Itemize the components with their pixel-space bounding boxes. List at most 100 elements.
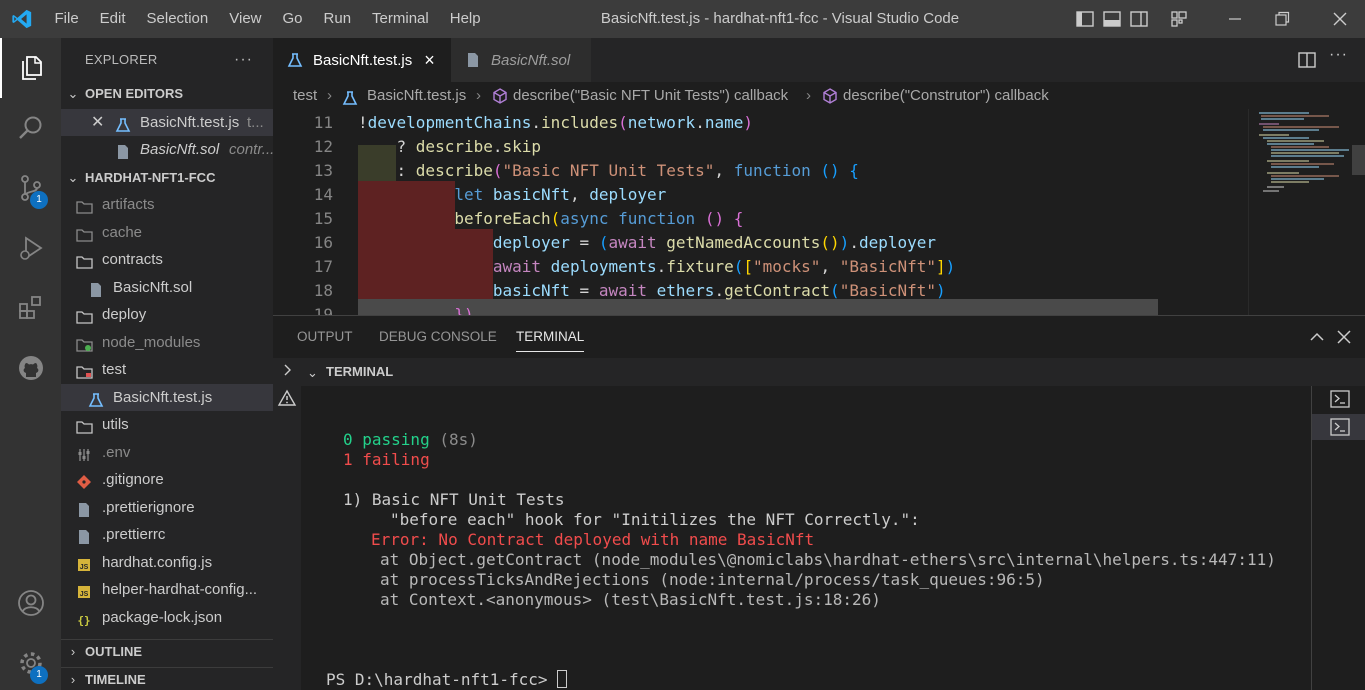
terminal-header[interactable]: ⌄ TERMINAL xyxy=(301,358,1365,386)
folder-icon xyxy=(76,417,93,434)
panel-tab-debug-console[interactable]: DEBUG CONSOLE xyxy=(379,316,497,358)
close-icon[interactable]: ✕ xyxy=(91,109,104,136)
explorer-sidebar: EXPLORER ··· ⌄ OPEN EDITORS ✕ BasicNft.te… xyxy=(61,38,273,690)
minimap[interactable] xyxy=(1248,109,1365,315)
github-icon[interactable] xyxy=(0,338,61,398)
maximize-panel-chevron-up-icon[interactable] xyxy=(1308,328,1326,346)
toggle-secondary-sidebar-icon[interactable] xyxy=(1129,9,1149,29)
tree-item-env[interactable]: .env xyxy=(61,439,273,466)
menu-file[interactable]: File xyxy=(44,0,89,38)
terminal-instance-item-active[interactable] xyxy=(1312,414,1365,440)
menu-go[interactable]: Go xyxy=(272,0,313,38)
folder-icon xyxy=(76,197,93,214)
tree-item-cache[interactable]: cache xyxy=(61,219,273,246)
timeline-label: TIMELINE xyxy=(85,672,146,687)
tree-item-label: contracts xyxy=(102,251,163,268)
tree-item-label: hardhat.config.js xyxy=(102,554,213,571)
tree-item-test[interactable]: test xyxy=(61,356,273,383)
tab-close-icon[interactable]: × xyxy=(424,50,435,71)
method-cube-icon xyxy=(821,87,839,105)
breadcrumb-separator-icon: › xyxy=(327,87,332,104)
tree-item-artifacts[interactable]: artifacts xyxy=(61,191,273,218)
tree-item-package-lock[interactable]: {} package-lock.json xyxy=(61,604,273,631)
tab-basicnft-test[interactable]: BasicNft.test.js × xyxy=(273,38,451,82)
menu-terminal[interactable]: Terminal xyxy=(362,0,440,38)
chevron-down-icon: ⌄ xyxy=(307,365,318,380)
tree-item-basicnft-sol[interactable]: BasicNft.sol xyxy=(61,274,273,301)
project-section[interactable]: ⌄ HARDHAT-NFT1-FCC xyxy=(61,166,273,190)
tree-item-utils[interactable]: utils xyxy=(61,411,273,438)
terminal-cursor xyxy=(557,670,568,688)
open-editor-item[interactable]: BasicNft.sol contr... xyxy=(61,136,273,163)
toggle-panel-icon[interactable] xyxy=(1102,9,1122,29)
panel-tab-output[interactable]: OUTPUT xyxy=(297,316,353,358)
title-bar: File Edit Selection View Go Run Terminal… xyxy=(0,0,1365,38)
tree-item-gitignore[interactable]: .gitignore xyxy=(61,466,273,493)
menu-selection[interactable]: Selection xyxy=(136,0,219,38)
tree-item-label: .env xyxy=(102,444,131,461)
menu-run[interactable]: Run xyxy=(313,0,362,38)
outline-section[interactable]: › OUTLINE xyxy=(61,639,273,663)
chevron-right-icon[interactable] xyxy=(279,362,295,378)
menu-help[interactable]: Help xyxy=(439,0,491,38)
code-line: basicNft = await ethers.getContract("Bas… xyxy=(492,281,946,300)
terminal-stack-line: at Context.<anonymous> (test\BasicNft.te… xyxy=(380,590,881,609)
timeline-section[interactable]: › TIMELINE xyxy=(61,667,273,690)
panel-tab-terminal[interactable]: TERMINAL xyxy=(516,316,585,352)
passing-count: 0 passing xyxy=(343,430,430,449)
close-window-icon[interactable] xyxy=(1330,9,1350,29)
menu-view[interactable]: View xyxy=(219,0,272,38)
warning-icon[interactable] xyxy=(277,389,297,407)
extensions-icon[interactable] xyxy=(0,278,61,338)
search-icon[interactable] xyxy=(0,98,61,158)
tree-item-contracts[interactable]: contracts xyxy=(61,246,273,273)
toggle-sidebar-icon[interactable] xyxy=(1075,9,1095,29)
test-folder-icon xyxy=(76,362,93,379)
tree-item-basicnft-test[interactable]: BasicNft.test.js xyxy=(61,384,273,411)
tree-item-hardhat-config[interactable]: JS hardhat.config.js xyxy=(61,549,273,576)
tree-item-label: .gitignore xyxy=(102,471,164,488)
tree-item-label: helper-hardhat-config... xyxy=(102,581,258,598)
minimize-icon[interactable] xyxy=(1225,9,1245,29)
open-editors-section[interactable]: ⌄ OPEN EDITORS xyxy=(61,82,273,106)
json-file-icon: {} xyxy=(76,610,92,627)
split-editor-icon[interactable] xyxy=(1297,50,1317,70)
terminal-output[interactable]: 0 passing (8s) 1 failing 1) Basic NFT Un… xyxy=(301,386,1311,690)
restore-icon[interactable] xyxy=(1272,9,1292,29)
line-number: 19 xyxy=(313,305,333,315)
line-number: 13 xyxy=(313,161,333,180)
tree-item-deploy[interactable]: deploy xyxy=(61,301,273,328)
breadcrumb: test › BasicNft.test.js › describe("Basi… xyxy=(273,82,1365,109)
source-control-badge: 1 xyxy=(30,191,48,209)
customize-layout-icon[interactable] xyxy=(1169,9,1189,29)
breadcrumb-separator-icon: › xyxy=(806,87,811,104)
manage-gear-icon[interactable]: 1 xyxy=(0,633,61,690)
breadcrumb-file[interactable]: BasicNft.test.js xyxy=(367,82,466,109)
breadcrumb-folder[interactable]: test xyxy=(293,82,317,109)
terminal-instance-item[interactable] xyxy=(1312,386,1365,412)
folder-icon xyxy=(76,307,93,324)
terminal-instances-list xyxy=(1311,386,1365,690)
editor-more-icon[interactable]: ··· xyxy=(1329,46,1348,64)
tree-item-label: BasicNft.sol xyxy=(113,279,193,296)
breadcrumb-describe-2[interactable]: describe("Construtor") callback xyxy=(843,82,1049,109)
tree-item-node-modules[interactable]: node_modules xyxy=(61,329,273,356)
line-number: 18 xyxy=(313,281,333,300)
file-icon xyxy=(76,500,92,517)
js-file-icon: JS xyxy=(76,582,92,598)
tree-item-prettierignore[interactable]: .prettierignore xyxy=(61,494,273,521)
code-editor[interactable]: 11 12 13 14 15 16 17 18 19 !developmentC… xyxy=(273,109,1248,315)
close-panel-icon[interactable] xyxy=(1335,328,1353,346)
tab-basicnft-sol[interactable]: BasicNft.sol xyxy=(451,38,591,82)
accounts-icon[interactable] xyxy=(0,573,61,633)
more-actions-icon[interactable]: ··· xyxy=(234,38,253,82)
tree-item-prettierrc[interactable]: .prettierrc xyxy=(61,521,273,548)
breadcrumb-describe-1[interactable]: describe("Basic NFT Unit Tests") callbac… xyxy=(513,82,788,109)
explorer-title: EXPLORER xyxy=(85,52,158,67)
explorer-icon[interactable] xyxy=(0,38,61,98)
menu-edit[interactable]: Edit xyxy=(89,0,136,38)
run-debug-icon[interactable] xyxy=(0,218,61,278)
open-editor-item[interactable]: ✕ BasicNft.test.js t... xyxy=(61,109,273,136)
tree-item-helper-hardhat-config[interactable]: JS helper-hardhat-config... xyxy=(61,576,273,603)
source-control-icon[interactable]: 1 xyxy=(0,158,61,218)
